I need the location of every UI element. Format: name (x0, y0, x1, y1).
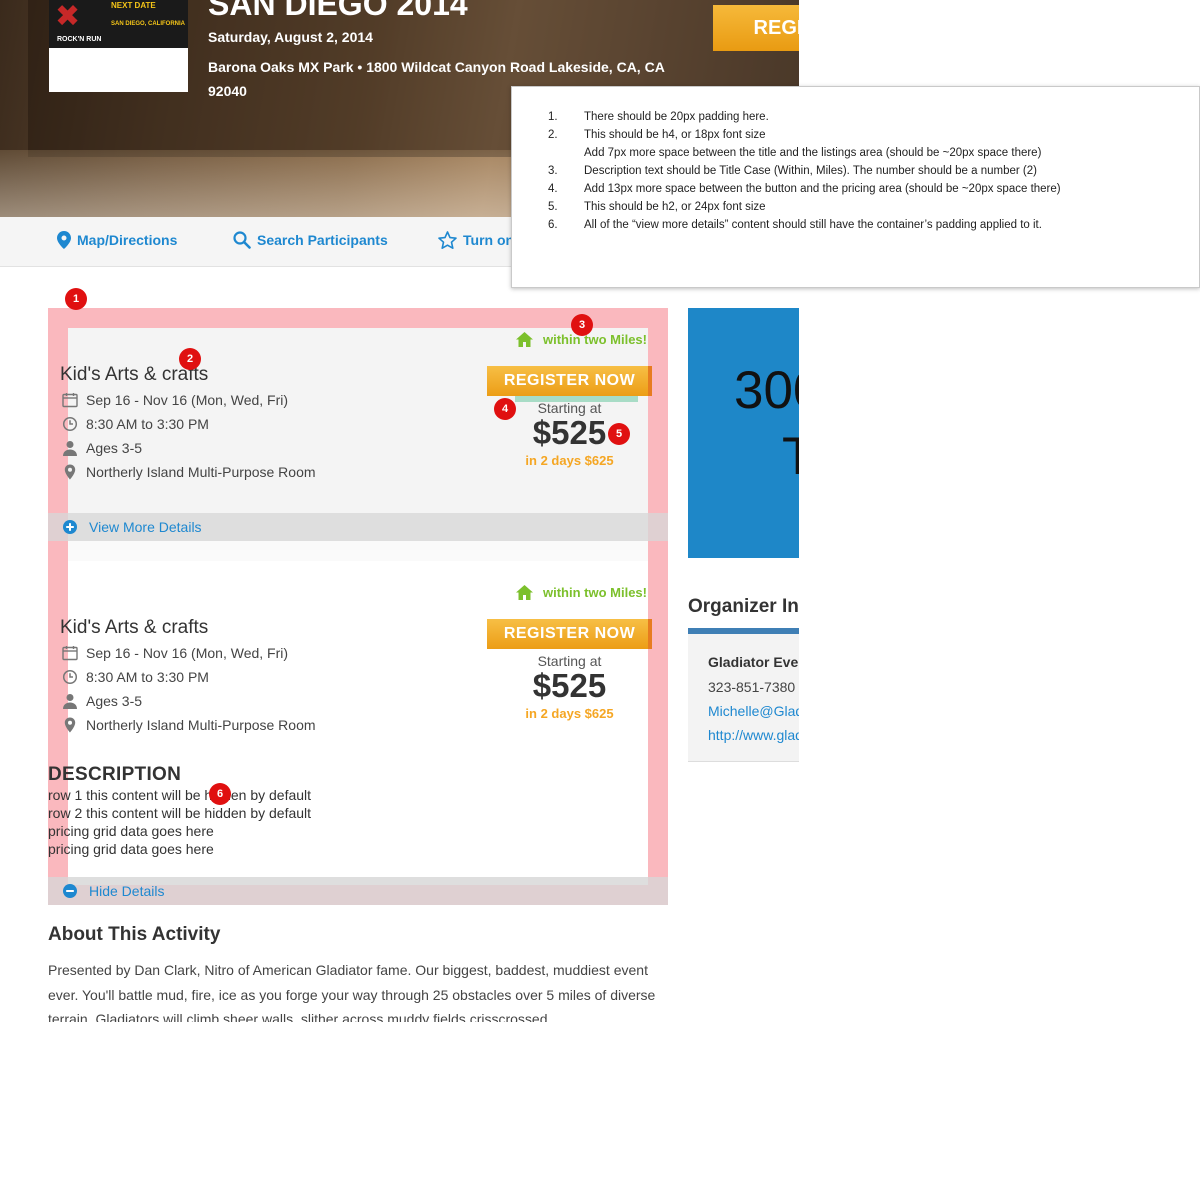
annotation-marker-6: 6 (209, 783, 231, 805)
about-activity-text: Presented by Dan Clark, Nitro of America… (48, 962, 656, 1022)
promo-subline: T (782, 427, 799, 486)
view-more-details-link[interactable]: View More Details (63, 519, 202, 535)
annotation-marker-4: 4 (494, 398, 516, 420)
description-line: pricing grid data goes here (48, 841, 214, 857)
later-price: in 2 days $625 (525, 453, 614, 468)
activity-ages: Ages 3-5 (62, 440, 142, 456)
star-icon (438, 231, 457, 249)
event-date: Saturday, August 2, 2014 (208, 29, 373, 45)
activity-location: Northerly Island Multi-Purpose Room (62, 464, 316, 480)
note-item: 4. Add 13px more space between the button… (548, 183, 1061, 195)
nav-search-label: Search Participants (257, 232, 388, 248)
note-item: Add 7px more space between the title and… (584, 147, 1042, 159)
person-icon (63, 441, 77, 456)
map-pin-icon (57, 231, 71, 249)
about-activity-title: About This Activity (48, 924, 221, 945)
organizer-heading: Organizer Info (688, 596, 799, 617)
person-icon (63, 694, 77, 709)
organizer-phone: 323-851-7380 (708, 679, 796, 695)
note-item: 2. This should be h4, or 18px font size (548, 129, 766, 141)
calendar-icon (62, 646, 78, 661)
activity-dates: Sep 16 - Nov 16 (Mon, Wed, Fri) (62, 645, 288, 661)
register-now-button[interactable]: REGISTER NOW (487, 366, 652, 396)
description-line: row 2 this content will be hidden by def… (48, 805, 312, 821)
note-item: 3. Description text should be Title Case … (548, 165, 1037, 177)
logo-brand: ROCK'N RUN (57, 36, 102, 43)
annotation-marker-2: 2 (179, 348, 201, 370)
event-title: SAN DIEGO 2014 (208, 0, 468, 22)
activity-location: Northerly Island Multi-Purpose Room (62, 717, 316, 733)
promo-headline: 300 (734, 361, 799, 420)
nav-turn-on-label: Turn on (463, 232, 515, 248)
register-now-button[interactable]: REGISTER NOW (487, 619, 652, 649)
event-logo: ✖ NEXT DATE SAN DIEGO, CALIFORNIA ROCK'N… (49, 0, 188, 92)
nav-map-directions[interactable]: Map/Directions (57, 231, 177, 249)
note-item: 1. There should be 20px padding here. (548, 111, 769, 123)
logo-next-date: NEXT DATE (111, 1, 156, 10)
hero-register-button[interactable]: REGI (713, 5, 799, 51)
nav-map-label: Map/Directions (77, 232, 178, 248)
activity-time: 8:30 AM to 3:30 PM (62, 669, 209, 685)
annotation-marker-1: 1 (65, 288, 87, 310)
organizer-info-box: Gladiator Events 323-851-7380 Michelle@G… (688, 634, 799, 762)
plus-circle-icon (63, 520, 77, 534)
location-pin-icon (64, 717, 76, 733)
location-pin-icon (64, 464, 76, 480)
hide-details-bar[interactable]: Hide Details (48, 877, 668, 905)
activity-ages: Ages 3-5 (62, 693, 142, 709)
organizer-name: Gladiator Events (708, 654, 799, 670)
description-line: pricing grid data goes here (48, 823, 214, 839)
price: $525 (532, 667, 607, 704)
organizer-email-link[interactable]: Michelle@Gladiator (708, 703, 799, 719)
distance-badge: within two Miles! (516, 585, 647, 600)
activity-dates: Sep 16 - Nov 16 (Mon, Wed, Fri) (62, 392, 288, 408)
view-more-details-bar[interactable]: View More Details (48, 513, 668, 541)
search-icon (233, 231, 251, 249)
star-logo-icon: ✖ (55, 0, 81, 33)
organizer-website-link[interactable]: http://www.gladiator (708, 727, 799, 743)
home-icon (516, 585, 533, 600)
listing-separator (68, 541, 648, 561)
activity-time: 8:30 AM to 3:30 PM (62, 416, 209, 432)
description-line: row 1 this content will be hidden by def… (48, 787, 312, 803)
annotation-notes-list: 1. There should be 20px padding here. 2. T… (512, 108, 1061, 234)
clock-icon (62, 669, 78, 685)
later-price: in 2 days $625 (525, 706, 614, 721)
hide-details-link[interactable]: Hide Details (63, 883, 164, 899)
logo-city: SAN DIEGO, CALIFORNIA (111, 21, 186, 27)
note-item: 6. All of the “view more details” content… (548, 219, 1042, 231)
minus-circle-icon (63, 884, 77, 898)
nav-turn-on[interactable]: Turn on (438, 231, 514, 249)
description-heading: DESCRIPTION (48, 764, 182, 785)
activity-title[interactable]: Kid's Arts & crafts (60, 617, 208, 639)
clock-icon (62, 416, 78, 432)
nav-search-participants[interactable]: Search Participants (233, 231, 388, 249)
event-logo-image: ✖ NEXT DATE SAN DIEGO, CALIFORNIA ROCK'N… (49, 0, 188, 48)
annotation-marker-5: 5 (608, 423, 630, 445)
annotation-notes-panel: 1. There should be 20px padding here. 2. T… (511, 86, 1200, 288)
note-item: 5. This should be h2, or 24px font size (548, 201, 766, 213)
promo-banner[interactable]: 300 T (688, 308, 799, 558)
calendar-icon (62, 393, 78, 408)
annotation-marker-3: 3 (571, 314, 593, 336)
home-icon (516, 332, 533, 347)
